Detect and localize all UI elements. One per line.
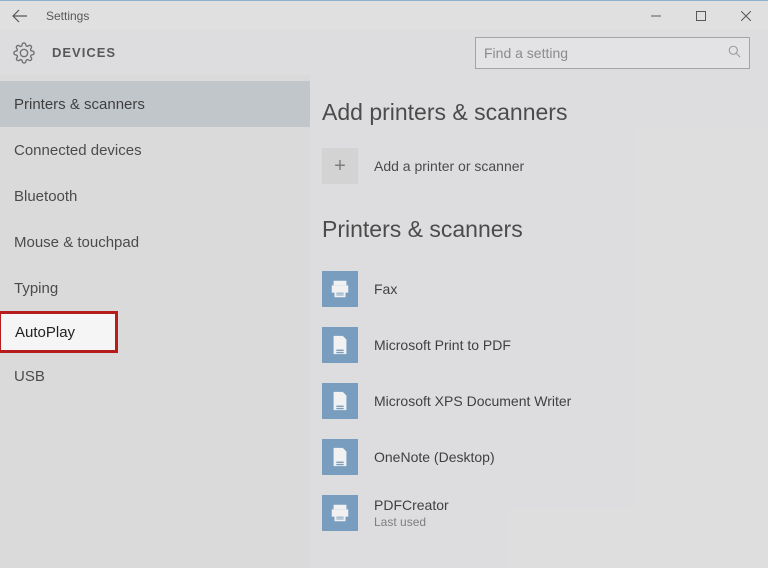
printer-icon [322, 495, 358, 531]
plus-icon: + [334, 155, 346, 178]
sidebar-item-connected-devices[interactable]: Connected devices [0, 127, 310, 173]
minimize-icon [651, 11, 661, 21]
sidebar-item-typing[interactable]: Typing [0, 265, 310, 311]
device-row[interactable]: PDFCreator Last used [322, 485, 756, 541]
device-sub: Last used [374, 515, 449, 529]
device-name: Microsoft Print to PDF [374, 337, 511, 353]
printer-icon [322, 271, 358, 307]
add-printer-label: Add a printer or scanner [374, 158, 524, 174]
document-icon [322, 327, 358, 363]
titlebar: Settings [0, 0, 768, 30]
search-input[interactable] [484, 45, 728, 61]
device-name: Fax [374, 281, 397, 297]
sidebar-item-printers[interactable]: Printers & scanners [0, 81, 310, 127]
sidebar: Printers & scanners Connected devices Bl… [0, 75, 310, 568]
page-title: DEVICES [52, 45, 116, 60]
main-content: Add printers & scanners + Add a printer … [310, 75, 768, 568]
minimize-button[interactable] [633, 1, 678, 31]
close-icon [741, 11, 751, 21]
back-button[interactable] [0, 1, 40, 31]
document-icon [322, 383, 358, 419]
header: DEVICES [0, 30, 768, 75]
close-button[interactable] [723, 1, 768, 31]
section-printers-title: Printers & scanners [322, 216, 756, 243]
maximize-icon [696, 11, 706, 21]
sidebar-item-usb[interactable]: USB [0, 353, 310, 399]
device-row[interactable]: Microsoft XPS Document Writer [322, 373, 756, 429]
sidebar-item-mouse-touchpad[interactable]: Mouse & touchpad [0, 219, 310, 265]
sidebar-item-autoplay[interactable]: AutoPlay [0, 311, 118, 353]
device-row[interactable]: OneNote (Desktop) [322, 429, 756, 485]
document-icon [322, 439, 358, 475]
search-box[interactable] [475, 37, 750, 69]
add-button[interactable]: + [322, 148, 358, 184]
device-name: Microsoft XPS Document Writer [374, 393, 571, 409]
back-arrow-icon [12, 8, 28, 24]
maximize-button[interactable] [678, 1, 723, 31]
window-title: Settings [40, 9, 633, 23]
device-row[interactable]: Fax [322, 261, 756, 317]
add-printer-row[interactable]: + Add a printer or scanner [322, 148, 756, 184]
device-name: OneNote (Desktop) [374, 449, 495, 465]
settings-gear-icon [12, 41, 36, 65]
device-row[interactable]: Microsoft Print to PDF [322, 317, 756, 373]
section-add-printers-title: Add printers & scanners [322, 99, 756, 126]
search-icon [728, 45, 741, 61]
sidebar-item-bluetooth[interactable]: Bluetooth [0, 173, 310, 219]
device-name: PDFCreator [374, 497, 449, 513]
